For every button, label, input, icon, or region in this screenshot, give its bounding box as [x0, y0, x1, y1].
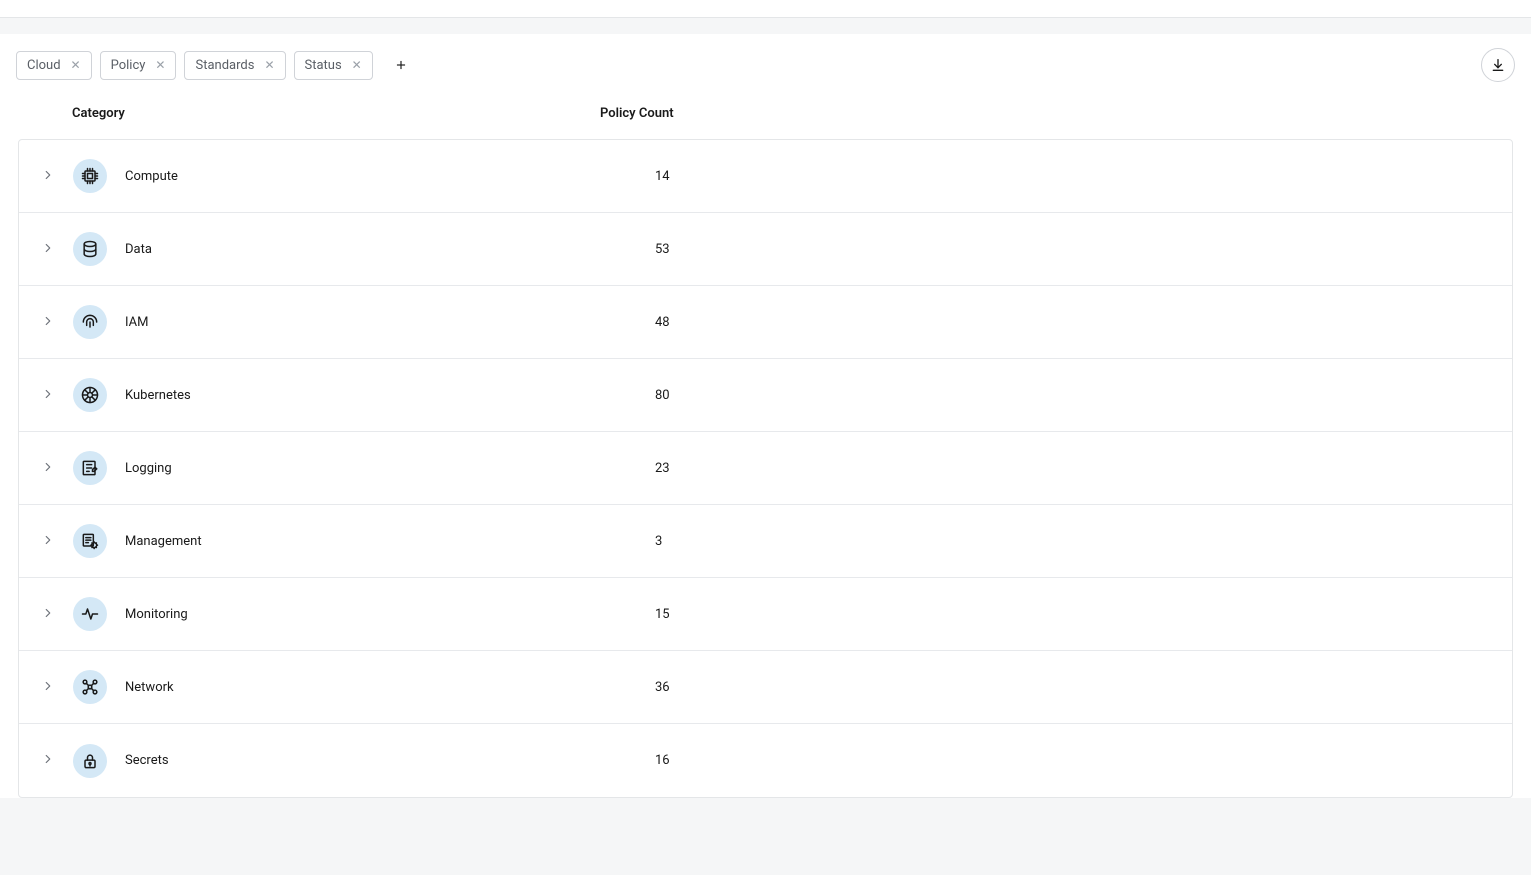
category-cell: Kubernetes — [59, 378, 655, 412]
close-icon[interactable]: ✕ — [71, 59, 81, 71]
add-filter-button[interactable] — [387, 51, 415, 79]
table-row[interactable]: Data 53 — [19, 213, 1512, 286]
chevron-right-icon — [41, 678, 55, 697]
category-cell: Network — [59, 670, 655, 704]
column-header-policy-count[interactable]: Policy Count — [600, 106, 1531, 121]
policy-count-cell: 36 — [655, 680, 1512, 695]
close-icon[interactable]: ✕ — [352, 59, 362, 71]
management-icon — [73, 524, 107, 558]
filter-chip-standards[interactable]: Standards ✕ — [184, 51, 285, 80]
chevron-right-icon — [41, 532, 55, 551]
category-name: Compute — [125, 169, 178, 184]
network-icon — [73, 670, 107, 704]
category-cell: Management — [59, 524, 655, 558]
table-row[interactable]: Management 3 — [19, 505, 1512, 578]
download-icon — [1490, 57, 1506, 73]
chevron-right-icon — [41, 605, 55, 624]
compute-icon — [73, 159, 107, 193]
secrets-icon — [73, 744, 107, 778]
logging-icon — [73, 451, 107, 485]
download-button[interactable] — [1481, 48, 1515, 82]
category-cell: Logging — [59, 451, 655, 485]
expand-toggle[interactable] — [19, 386, 59, 405]
expand-toggle[interactable] — [19, 605, 59, 624]
filter-chip-cloud[interactable]: Cloud ✕ — [16, 51, 92, 80]
expand-toggle[interactable] — [19, 678, 59, 697]
category-name: IAM — [125, 315, 148, 330]
close-icon[interactable]: ✕ — [155, 59, 165, 71]
expand-toggle[interactable] — [19, 240, 59, 259]
chevron-right-icon — [41, 240, 55, 259]
expand-toggle[interactable] — [19, 313, 59, 332]
plus-icon — [394, 58, 408, 72]
expand-toggle[interactable] — [19, 167, 59, 186]
chevron-right-icon — [41, 751, 55, 770]
category-cell: Secrets — [59, 744, 655, 778]
column-header-category[interactable]: Category — [0, 106, 600, 121]
table-row[interactable]: IAM 48 — [19, 286, 1512, 359]
chevron-right-icon — [41, 313, 55, 332]
chevron-right-icon — [41, 459, 55, 478]
policy-count-cell: 14 — [655, 169, 1512, 184]
category-name: Secrets — [125, 753, 169, 768]
filter-chips: Cloud ✕ Policy ✕ Standards ✕ Status ✕ — [16, 51, 415, 80]
policy-count-cell: 80 — [655, 388, 1512, 403]
kubernetes-icon — [73, 378, 107, 412]
expand-toggle[interactable] — [19, 532, 59, 551]
policy-count-cell: 23 — [655, 461, 1512, 476]
table-header: Category Policy Count — [0, 82, 1531, 139]
chevron-right-icon — [41, 167, 55, 186]
content-area: Cloud ✕ Policy ✕ Standards ✕ Status ✕ C — [0, 34, 1531, 798]
table-row[interactable]: Logging 23 — [19, 432, 1512, 505]
category-name: Kubernetes — [125, 388, 191, 403]
filter-chip-policy[interactable]: Policy ✕ — [100, 51, 177, 80]
table-row[interactable]: Network 36 — [19, 651, 1512, 724]
category-cell: Data — [59, 232, 655, 266]
category-name: Network — [125, 680, 174, 695]
chevron-right-icon — [41, 386, 55, 405]
top-strip — [0, 0, 1531, 18]
filter-chip-label: Standards — [195, 58, 254, 73]
expand-toggle[interactable] — [19, 459, 59, 478]
table-body: Compute 14 Data 53 IAM 48 Kubernetes 80 Logg… — [18, 139, 1513, 798]
data-icon — [73, 232, 107, 266]
table-row[interactable]: Compute 14 — [19, 140, 1512, 213]
policy-count-cell: 53 — [655, 242, 1512, 257]
policy-count-cell: 16 — [655, 753, 1512, 768]
category-cell: Monitoring — [59, 597, 655, 631]
filter-chip-label: Status — [305, 58, 342, 73]
filter-chip-label: Policy — [111, 58, 146, 73]
policy-count-cell: 15 — [655, 607, 1512, 622]
policy-count-cell: 3 — [655, 534, 1512, 549]
table-row[interactable]: Secrets 16 — [19, 724, 1512, 797]
table-row[interactable]: Kubernetes 80 — [19, 359, 1512, 432]
category-name: Logging — [125, 461, 172, 476]
expand-toggle[interactable] — [19, 751, 59, 770]
category-name: Management — [125, 534, 202, 549]
category-cell: IAM — [59, 305, 655, 339]
filter-chip-label: Cloud — [27, 58, 61, 73]
filter-bar: Cloud ✕ Policy ✕ Standards ✕ Status ✕ — [0, 48, 1531, 82]
monitoring-icon — [73, 597, 107, 631]
policy-count-cell: 48 — [655, 315, 1512, 330]
category-name: Monitoring — [125, 607, 188, 622]
category-cell: Compute — [59, 159, 655, 193]
close-icon[interactable]: ✕ — [264, 59, 274, 71]
filter-chip-status[interactable]: Status ✕ — [294, 51, 373, 80]
category-name: Data — [125, 242, 152, 257]
iam-icon — [73, 305, 107, 339]
table-row[interactable]: Monitoring 15 — [19, 578, 1512, 651]
